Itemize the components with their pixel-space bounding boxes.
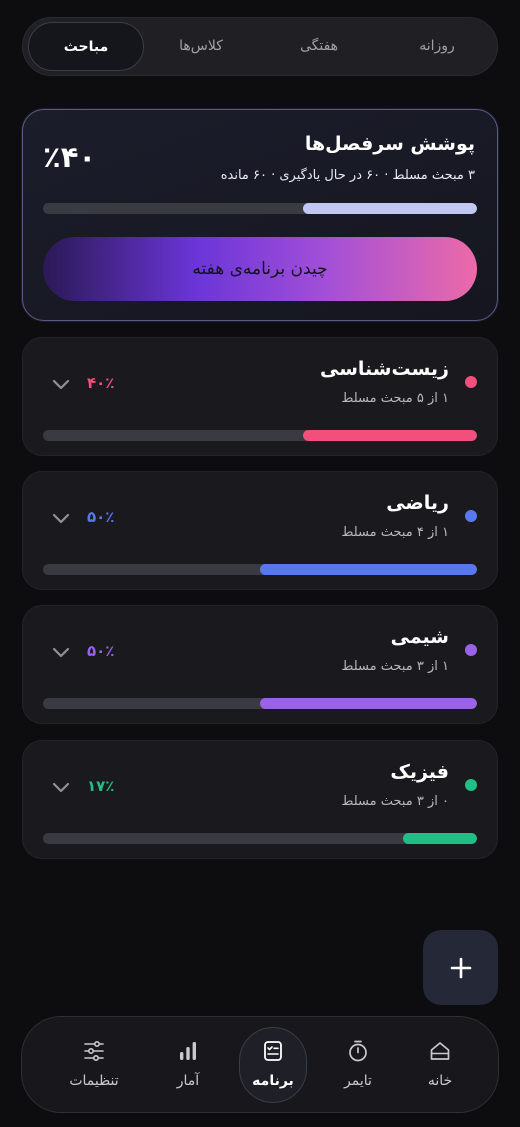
- nav-timer[interactable]: تایمر: [318, 1017, 398, 1112]
- tab-topics[interactable]: مباحث: [28, 22, 144, 71]
- subject-percent: ۴۰٪: [87, 374, 115, 392]
- coverage-title: پوشش سرفصل‌ها: [304, 133, 475, 155]
- add-button[interactable]: [423, 930, 498, 1005]
- home-icon: [430, 1042, 450, 1060]
- subject-percent: ۵۰٪: [87, 508, 115, 526]
- subject-detail: ۱ از ۴ مبحث مسلط: [341, 525, 449, 540]
- nav-label: برنامه: [252, 1073, 294, 1089]
- subject-title: ریاضی: [386, 492, 449, 514]
- subject-card-biology[interactable]: زیست‌شناسی ۱ از ۵ مبحث مسلط ۴۰٪: [22, 337, 498, 456]
- subject-detail: ۱ از ۵ مبحث مسلط: [341, 391, 449, 406]
- chevron-down-icon[interactable]: [51, 779, 71, 795]
- sliders-icon: [84, 1040, 104, 1061]
- stopwatch-icon: [349, 1040, 367, 1062]
- nav-home[interactable]: خانه: [400, 1017, 480, 1112]
- nav-label: تایمر: [344, 1073, 372, 1089]
- subject-color-dot: [465, 779, 477, 791]
- coverage-progress-bar: [43, 203, 477, 214]
- coverage-progress-fill: [303, 203, 477, 214]
- subject-detail: ۰ از ۳ مبحث مسلط: [341, 794, 449, 809]
- coverage-card: پوشش سرفصل‌ها ۳ مبحث مسلط · ۶۰ در حال یا…: [22, 109, 498, 321]
- subject-title: فیزیک: [390, 761, 449, 783]
- checklist-icon: [264, 1041, 282, 1061]
- nav-label: خانه: [427, 1073, 453, 1089]
- nav-stats[interactable]: آمار: [148, 1017, 228, 1112]
- coverage-percent: ٪۴۰: [43, 140, 97, 174]
- plus-icon: [450, 957, 471, 978]
- subject-progress-bar: [43, 564, 477, 575]
- subject-progress-bar: [43, 833, 477, 844]
- subject-title: زیست‌شناسی: [319, 358, 449, 380]
- subject-title: شیمی: [390, 626, 449, 648]
- subject-color-dot: [465, 644, 477, 656]
- tab-daily[interactable]: روزانه: [381, 18, 493, 75]
- subject-card-math[interactable]: ریاضی ۱ از ۴ مبحث مسلط ۵۰٪: [22, 471, 498, 590]
- subject-progress-fill: [403, 833, 477, 844]
- subject-card-physics[interactable]: فیزیک ۰ از ۳ مبحث مسلط ۱۷٪: [22, 740, 498, 859]
- tab-weekly[interactable]: هفتگی: [263, 18, 375, 75]
- chevron-down-icon[interactable]: [51, 644, 71, 660]
- nav-label: تنظیمات: [69, 1073, 119, 1089]
- chevron-down-icon[interactable]: [51, 376, 71, 392]
- plan-week-button[interactable]: چیدن برنامه‌ی هفته: [43, 237, 477, 301]
- subject-progress-bar: [43, 698, 477, 709]
- subject-progress-bar: [43, 430, 477, 441]
- nav-settings[interactable]: تنظیمات: [54, 1017, 134, 1112]
- coverage-subtitle: ۳ مبحث مسلط · ۶۰ در حال یادگیری · ۶۰ مان…: [220, 168, 475, 183]
- nav-label: آمار: [176, 1073, 200, 1089]
- view-tabs: روزانه هفتگی کلاس‌ها مباحث: [22, 17, 498, 76]
- subject-color-dot: [465, 510, 477, 522]
- chevron-down-icon[interactable]: [51, 510, 71, 526]
- bar-chart-icon: [180, 1042, 196, 1060]
- nav-schedule[interactable]: برنامه: [233, 1017, 313, 1112]
- subject-detail: ۱ از ۳ مبحث مسلط: [341, 659, 449, 674]
- subject-percent: ۱۷٪: [87, 777, 115, 795]
- subject-card-chemistry[interactable]: شیمی ۱ از ۳ مبحث مسلط ۵۰٪: [22, 605, 498, 724]
- subject-progress-fill: [260, 698, 477, 709]
- tab-classes[interactable]: کلاس‌ها: [145, 18, 257, 75]
- bottom-nav: تنظیمات آمار برنامه تایمر خانه: [21, 1016, 499, 1113]
- subject-progress-fill: [303, 430, 477, 441]
- subject-percent: ۵۰٪: [87, 642, 115, 660]
- subject-color-dot: [465, 376, 477, 388]
- subject-progress-fill: [260, 564, 477, 575]
